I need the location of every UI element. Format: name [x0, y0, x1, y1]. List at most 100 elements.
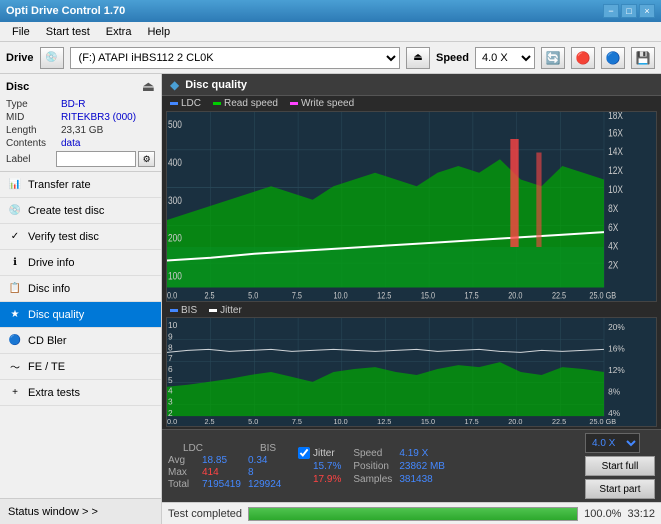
- nav-disc-quality[interactable]: ★ Disc quality: [0, 302, 161, 328]
- verify-test-disc-icon: ✓: [8, 230, 22, 244]
- start-part-btn[interactable]: Start part: [585, 479, 655, 499]
- save-btn[interactable]: 💾: [631, 47, 655, 69]
- svg-text:3: 3: [168, 398, 173, 407]
- svg-text:2.5: 2.5: [204, 289, 214, 300]
- svg-text:4%: 4%: [608, 409, 620, 418]
- nav-items: 📊 Transfer rate 💿 Create test disc ✓ Ver…: [0, 172, 161, 498]
- svg-text:4: 4: [168, 387, 173, 396]
- max-ldc: 414: [202, 467, 242, 478]
- speed-select-chart[interactable]: 4.0 X: [585, 433, 640, 453]
- nav-transfer-rate-label: Transfer rate: [28, 179, 91, 191]
- nav-cd-bler[interactable]: 🔵 CD Bler: [0, 328, 161, 354]
- samples-row: Samples 381438: [353, 474, 445, 485]
- progress-area: Test completed 100.0% 33:12: [162, 502, 661, 524]
- read-speed-dot: [213, 102, 221, 105]
- svg-text:4X: 4X: [608, 241, 619, 253]
- nav-disc-quality-label: Disc quality: [28, 309, 84, 321]
- disc-header: Disc ⏏: [6, 78, 155, 95]
- speed-stat-val: 4.19 X: [399, 448, 428, 459]
- chart-title: Disc quality: [185, 79, 247, 91]
- disc-info-icon: 📋: [8, 282, 22, 296]
- close-button[interactable]: ×: [639, 4, 655, 18]
- transfer-rate-icon: 📊: [8, 178, 22, 192]
- disc-label-btn[interactable]: ⚙: [138, 151, 155, 167]
- svg-text:2X: 2X: [608, 260, 619, 272]
- jitter-checkbox[interactable]: [298, 447, 310, 459]
- nav-transfer-rate[interactable]: 📊 Transfer rate: [0, 172, 161, 198]
- window-controls: − □ ×: [603, 4, 655, 18]
- menu-extra[interactable]: Extra: [98, 24, 140, 40]
- svg-text:500: 500: [168, 119, 182, 131]
- legend-write-speed: Write speed: [290, 98, 354, 109]
- maximize-button[interactable]: □: [621, 4, 637, 18]
- eject-btn[interactable]: ⏏: [406, 47, 430, 69]
- disc-label-row: Label ⚙: [6, 151, 155, 167]
- svg-text:22.5: 22.5: [552, 289, 566, 300]
- speed-row: Speed 4.19 X: [353, 448, 445, 459]
- app-title: Opti Drive Control 1.70: [6, 5, 125, 17]
- menu-file[interactable]: File: [4, 24, 38, 40]
- stats-bar: LDC BIS Avg 18.85 0.34 Max 414 8 Total 7…: [162, 429, 661, 502]
- menu-start-test[interactable]: Start test: [38, 24, 98, 40]
- menu-help[interactable]: Help: [139, 24, 178, 40]
- svg-text:10.0: 10.0: [333, 289, 347, 300]
- nav-create-test-disc[interactable]: 💿 Create test disc: [0, 198, 161, 224]
- bottom-chart-legend: BIS Jitter: [162, 304, 661, 317]
- svg-text:8%: 8%: [608, 388, 620, 397]
- refresh-btn[interactable]: 🔄: [541, 47, 565, 69]
- nav-drive-info-label: Drive info: [28, 257, 74, 269]
- svg-text:7: 7: [168, 354, 173, 363]
- top-chart-svg: 18X 16X 14X 12X 10X 8X 6X 4X 2X 500 400 …: [167, 112, 656, 301]
- disc-type-label: Type: [6, 99, 61, 110]
- speed-select[interactable]: 4.0 X: [475, 47, 535, 69]
- nav-cd-bler-label: CD Bler: [28, 335, 67, 347]
- disc-mid-label: MID: [6, 112, 61, 123]
- minimize-button[interactable]: −: [603, 4, 619, 18]
- svg-text:12X: 12X: [608, 165, 623, 177]
- drive-icon-btn[interactable]: 💿: [40, 47, 64, 69]
- stats-max-row: Max 414 8: [168, 467, 288, 478]
- jitter-label: Jitter: [220, 305, 242, 316]
- menu-bar: File Start test Extra Help: [0, 22, 661, 42]
- svg-text:25.0 GB: 25.0 GB: [589, 418, 616, 426]
- nav-fe-te[interactable]: 〜 FE / TE: [0, 354, 161, 380]
- drive-label: Drive: [6, 52, 34, 64]
- settings-btn1[interactable]: 🔴: [571, 47, 595, 69]
- svg-text:17.5: 17.5: [465, 418, 479, 426]
- drive-select[interactable]: (F:) ATAPI iHBS112 2 CL0K: [70, 47, 400, 69]
- svg-text:8X: 8X: [608, 203, 619, 215]
- max-bis: 8: [248, 467, 278, 478]
- write-speed-label: Write speed: [301, 98, 354, 109]
- stats-ldc-bis: LDC BIS Avg 18.85 0.34 Max 414 8 Total 7…: [168, 443, 288, 490]
- jitter-checkbox-row: Jitter: [298, 447, 341, 459]
- disc-quality-icon: ★: [8, 308, 22, 322]
- disc-type-row: Type BD-R: [6, 99, 155, 110]
- svg-text:300: 300: [168, 195, 182, 207]
- nav-drive-info[interactable]: ℹ Drive info: [0, 250, 161, 276]
- svg-text:16X: 16X: [608, 127, 623, 139]
- nav-disc-info[interactable]: 📋 Disc info: [0, 276, 161, 302]
- speed-pos-section: Speed 4.19 X Position 23862 MB Samples 3…: [353, 448, 445, 485]
- nav-verify-test-disc[interactable]: ✓ Verify test disc: [0, 224, 161, 250]
- disc-type-value: BD-R: [61, 99, 85, 110]
- disc-panel: Disc ⏏ Type BD-R MID RITEKBR3 (000) Leng…: [0, 74, 161, 172]
- drive-bar: Drive 💿 (F:) ATAPI iHBS112 2 CL0K ⏏ Spee…: [0, 42, 661, 74]
- total-bis: 129924: [248, 479, 278, 490]
- position-row: Position 23862 MB: [353, 461, 445, 472]
- start-full-btn[interactable]: Start full: [585, 456, 655, 476]
- progress-bar-outer: [248, 507, 578, 521]
- disc-mid-value: RITEKBR3 (000): [61, 112, 136, 123]
- settings-btn2[interactable]: 🔵: [601, 47, 625, 69]
- svg-text:15.0: 15.0: [421, 289, 435, 300]
- svg-text:16%: 16%: [608, 345, 625, 354]
- status-window-btn[interactable]: Status window > >: [0, 498, 161, 524]
- extra-tests-icon: +: [8, 386, 22, 400]
- disc-eject-icon[interactable]: ⏏: [142, 78, 155, 95]
- samples-label: Samples: [353, 474, 395, 485]
- nav-create-test-disc-label: Create test disc: [28, 205, 104, 217]
- svg-text:10.0: 10.0: [333, 418, 347, 426]
- disc-mid-row: MID RITEKBR3 (000): [6, 112, 155, 123]
- nav-extra-tests[interactable]: + Extra tests: [0, 380, 161, 406]
- svg-text:8: 8: [168, 344, 173, 353]
- disc-label-input[interactable]: [56, 151, 136, 167]
